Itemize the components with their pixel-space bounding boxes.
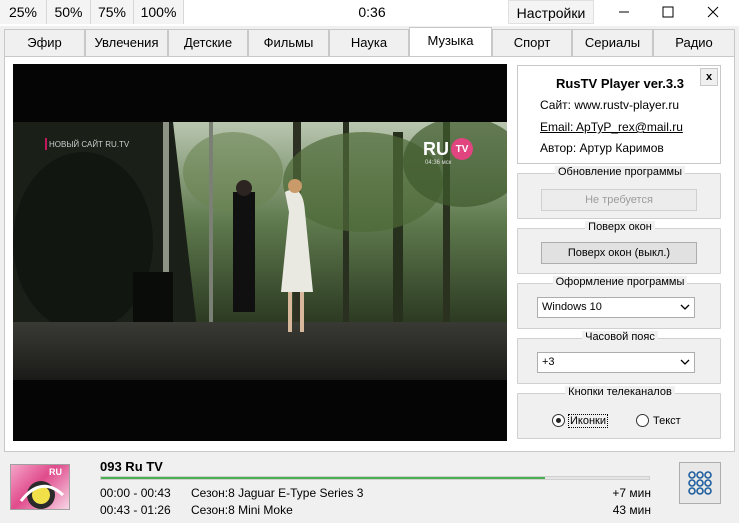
channel-logo[interactable]: RU — [10, 464, 70, 510]
tab-efir[interactable]: Эфир — [4, 29, 85, 57]
channel-buttons-group: Кнопки телеканалов Иконки Текст — [517, 386, 721, 439]
ru-tv-logo: RU TV — [423, 138, 473, 160]
update-caption: Обновление программы — [554, 166, 686, 178]
program-progress-bar — [100, 476, 650, 480]
channel-watermark-bar — [45, 138, 47, 150]
program-duration: 43 мин — [612, 503, 651, 517]
logo-ru-text: RU — [423, 138, 449, 159]
rustv-player-window: 25% 50% 75% 100% 0:36 Настройки Эфир Увл… — [0, 0, 739, 523]
close-window-button[interactable] — [691, 0, 735, 24]
tab-movies[interactable]: Фильмы — [248, 29, 329, 57]
channel-title: 093 Ru TV — [100, 459, 163, 474]
tab-science[interactable]: Наука — [329, 29, 409, 57]
email-link[interactable]: Email: ApTyP_rex@mail.ru — [540, 120, 683, 134]
program-time: 00:00 - 00:43 — [100, 486, 171, 500]
program-progress-fill — [101, 477, 545, 479]
category-tabs: Эфир Увлечения Детские Фильмы Наука Музы… — [0, 27, 739, 58]
tab-hobbies[interactable]: Увлечения — [85, 29, 168, 57]
minimize-icon — [619, 11, 629, 13]
theme-select[interactable]: Windows 10 — [537, 297, 695, 318]
author-text: Автор: Артур Каримов — [540, 141, 664, 155]
video-overlay-text: НОВЫЙ САЙТ RU.TV — [49, 140, 130, 149]
radio-icons-label: Иконки — [568, 413, 608, 428]
update-group: Обновление программы Не требуется — [517, 166, 721, 219]
zoom-50-button[interactable]: 50% — [47, 0, 91, 24]
tab-series[interactable]: Сериалы — [572, 29, 653, 57]
radio-icons-dot — [552, 414, 565, 427]
now-playing-bar: RU 093 Ru TV 00:00 - 00:43 Сезон:8 Jagua… — [0, 452, 739, 523]
tab-sport[interactable]: Спорт — [492, 29, 572, 57]
program-title: Сезон:8 Mini Moke — [191, 503, 293, 517]
chevron-down-icon — [680, 359, 690, 365]
zoom-75-button[interactable]: 75% — [91, 0, 134, 24]
timezone-group: Часовой пояс +3 — [517, 331, 721, 384]
program-title: Сезон:8 Jaguar E-Type Series 3 — [191, 486, 364, 500]
always-on-top-button[interactable]: Поверх окон (выкл.) — [541, 242, 697, 264]
logo-tv-text: TV — [451, 138, 473, 160]
logo-time: 04:36 мск — [425, 160, 452, 166]
theme-group: Оформление программы Windows 10 — [517, 276, 721, 329]
about-close-button[interactable]: x — [700, 68, 718, 86]
logo-ru-text: RU — [49, 467, 62, 477]
playback-timer: 0:36 — [358, 4, 386, 20]
theme-select-value: Windows 10 — [542, 301, 602, 313]
timezone-caption: Часовой пояс — [582, 331, 658, 343]
title-bar: 25% 50% 75% 100% 0:36 Настройки — [0, 0, 739, 26]
radio-text-label: Текст — [653, 414, 681, 427]
channel-grid-button[interactable] — [679, 462, 721, 504]
radio-text-dot — [636, 414, 649, 427]
app-version-title: RusTV Player ver.3.3 — [556, 76, 684, 91]
close-icon — [707, 6, 719, 18]
maximize-button[interactable] — [646, 0, 690, 24]
tab-kids[interactable]: Детские — [168, 29, 248, 57]
video-player[interactable]: НОВЫЙ САЙТ RU.TV RU TV 04:36 мск — [13, 64, 507, 441]
tab-radio[interactable]: Радио — [653, 29, 735, 57]
theme-caption: Оформление программы — [552, 276, 688, 288]
grid-icon — [688, 471, 712, 495]
ontop-group: Поверх окон Поверх окон (выкл.) — [517, 221, 721, 274]
program-duration: +7 мин — [612, 486, 651, 500]
about-panel: RusTV Player ver.3.3 Сайт: www.rustv-pla… — [517, 65, 721, 164]
zoom-100-button[interactable]: 100% — [134, 0, 184, 24]
channel-buttons-caption: Кнопки телеканалов — [565, 386, 675, 398]
maximize-icon — [662, 6, 674, 18]
minimize-button[interactable] — [602, 0, 646, 24]
zoom-25-button[interactable]: 25% — [0, 0, 47, 24]
timezone-select[interactable]: +3 — [537, 352, 695, 373]
radio-text[interactable]: Текст — [636, 414, 681, 427]
program-time: 00:43 - 01:26 — [100, 503, 171, 517]
chevron-down-icon — [680, 304, 690, 310]
tab-music[interactable]: Музыка — [409, 27, 492, 58]
radio-icons[interactable]: Иконки — [552, 413, 608, 428]
timezone-select-value: +3 — [542, 356, 555, 368]
update-button[interactable]: Не требуется — [541, 189, 697, 211]
settings-button[interactable]: Настройки — [508, 0, 594, 24]
ontop-caption: Поверх окон — [585, 221, 655, 233]
site-link[interactable]: Сайт: www.rustv-player.ru — [540, 98, 679, 112]
